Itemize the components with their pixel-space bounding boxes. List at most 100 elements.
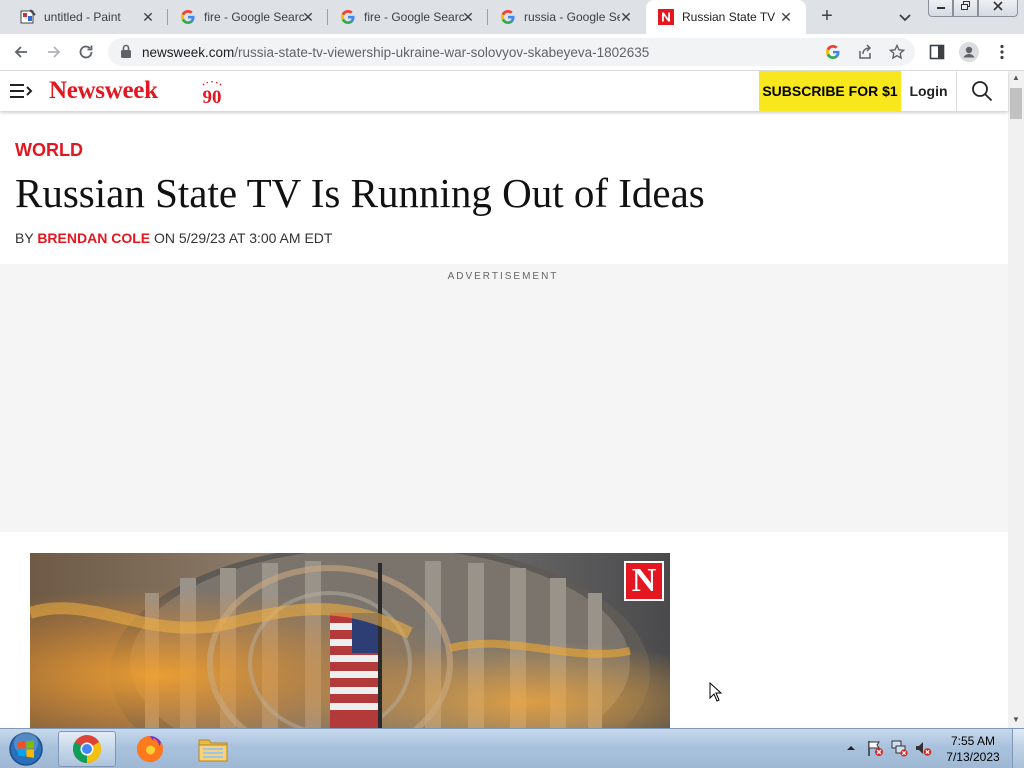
google-icon [500,9,516,25]
restore-button[interactable] [953,0,978,17]
newsweek-image-badge: N [624,561,664,601]
minimize-icon [936,7,945,9]
minimize-button[interactable] [928,0,953,17]
address-bar[interactable]: newsweek.com/russia-state-tv-viewership-… [108,38,915,66]
firefox-icon [137,736,163,762]
profile-button[interactable] [957,40,981,64]
subscribe-button[interactable]: SUBSCRIBE FOR $1 [759,71,901,111]
close-icon[interactable]: ✕ [618,9,634,25]
article-byline: BY BRENDAN COLE ON 5/29/23 AT 3:00 AM ED… [15,230,332,246]
site-search-button[interactable] [958,71,1006,111]
tab-title: fire - Google Search [364,10,464,24]
tab-newsweek-active[interactable]: Russian State TV Is Running Out of Ideas… [646,0,806,34]
windows-start-orb-icon [9,731,43,766]
paint-icon [20,9,36,25]
login-button[interactable]: Login [901,71,957,111]
taskbar-firefox[interactable] [121,731,179,767]
mouse-cursor-icon [709,682,723,702]
article-headline: Russian State TV Is Running Out of Ideas [15,170,705,216]
close-icon[interactable]: ✕ [778,9,794,25]
hamburger-menu-icon [10,84,33,98]
newsweek-logo[interactable]: Newsweek [49,77,158,105]
side-panel-icon [929,44,945,60]
scroll-up-arrow-icon[interactable]: ▲ [1008,71,1024,85]
url-path: /russia-state-tv-viewership-ukraine-war-… [234,45,650,60]
google-icon [826,45,840,59]
windows-taskbar: 7:55 AM 7/13/2023 [0,728,1024,768]
side-panel-button[interactable] [925,40,949,64]
taskbar-clock[interactable]: 7:55 AM 7/13/2023 [940,733,1006,765]
byline-date: ON 5/29/23 AT 3:00 AM EDT [150,230,333,246]
file-explorer-icon [198,739,228,762]
window-controls [928,0,1018,18]
tab-fire-search-1[interactable]: fire - Google Search ✕ [168,0,328,34]
page-scrollbar[interactable]: ▲ ▼ [1008,71,1024,728]
avatar-icon [959,42,979,62]
search-icon [972,81,993,102]
hero-image-illustration [30,553,670,728]
article-content: WORLD Russian State TV Is Running Out of… [0,111,1008,728]
share-button[interactable] [855,42,875,62]
tab-title: fire - Google Search [204,10,304,24]
google-icon [180,9,196,25]
clock-date: 7/13/2023 [946,750,1000,764]
author-link[interactable]: BRENDAN COLE [37,230,150,246]
close-icon [993,1,1003,11]
url-domain: newsweek.com [142,45,235,60]
tab-strip: untitled - Paint ✕ fire - Google Search … [0,0,1024,34]
google-icon [340,9,356,25]
network-disconnected-icon [891,740,908,757]
byline-prefix: BY [15,230,38,246]
newsweek-header: Newsweek 90 SUBSCRIBE FOR $1 Login [0,71,1008,111]
advertisement-label: ADVERTISEMENT [447,271,559,282]
action-center-tray-button[interactable] [866,739,884,757]
start-button[interactable] [7,731,45,767]
arrow-left-icon [14,46,27,58]
close-icon[interactable]: ✕ [300,9,316,25]
new-tab-button[interactable]: + [815,5,839,29]
section-label[interactable]: WORLD [15,140,83,161]
browser-toolbar: newsweek.com/russia-state-tv-viewership-… [0,34,1024,71]
scrollbar-thumb[interactable] [1010,88,1022,119]
show-hidden-icons-button[interactable] [842,739,860,757]
tab-title: untitled - Paint [44,10,121,24]
close-window-button[interactable] [978,0,1018,17]
volume-tray-button[interactable] [914,739,932,757]
scroll-down-arrow-icon[interactable]: ▼ [1008,713,1024,727]
volume-muted-icon [916,742,932,756]
network-tray-button[interactable] [890,739,908,757]
chevron-down-icon [899,14,911,22]
tab-russia-search[interactable]: russia - Google Search ✕ [488,0,646,34]
logo-badge-text: 90 [203,87,222,105]
tab-paint[interactable]: untitled - Paint ✕ [0,0,168,34]
star-icon [889,44,905,60]
google-lens-button[interactable] [823,42,843,62]
kebab-menu-icon [1000,44,1004,60]
chrome-icon [73,735,101,763]
arrow-right-icon [48,46,61,58]
article-hero-image[interactable]: N [30,553,670,728]
restore-icon [960,1,970,10]
advertisement-slot: ADVERTISEMENT [0,264,1008,532]
taskbar-chrome[interactable] [58,731,116,767]
tab-search-button[interactable] [894,6,916,28]
reload-button[interactable] [74,40,98,64]
close-icon[interactable]: ✕ [460,9,476,25]
bookmark-button[interactable] [887,42,907,62]
tab-title: russia - Google Search [524,10,620,24]
url-text: newsweek.com/russia-state-tv-viewership-… [142,45,649,60]
back-button[interactable] [9,40,33,64]
taskbar-file-explorer[interactable] [184,731,242,767]
show-desktop-button[interactable] [1012,729,1024,768]
menu-button[interactable] [10,83,34,104]
tab-title: Russian State TV Is Running Out of Ideas [682,10,778,24]
chevron-up-icon [847,746,855,750]
tab-fire-search-2[interactable]: fire - Google Search ✕ [328,0,488,34]
lock-icon[interactable] [120,44,132,59]
close-icon[interactable]: ✕ [140,9,156,25]
flag-warning-icon [868,741,883,756]
anniversary-90-badge: 90 [203,81,222,105]
forward-button[interactable] [42,40,66,64]
share-icon [859,44,872,59]
browser-menu-button[interactable] [990,40,1014,64]
